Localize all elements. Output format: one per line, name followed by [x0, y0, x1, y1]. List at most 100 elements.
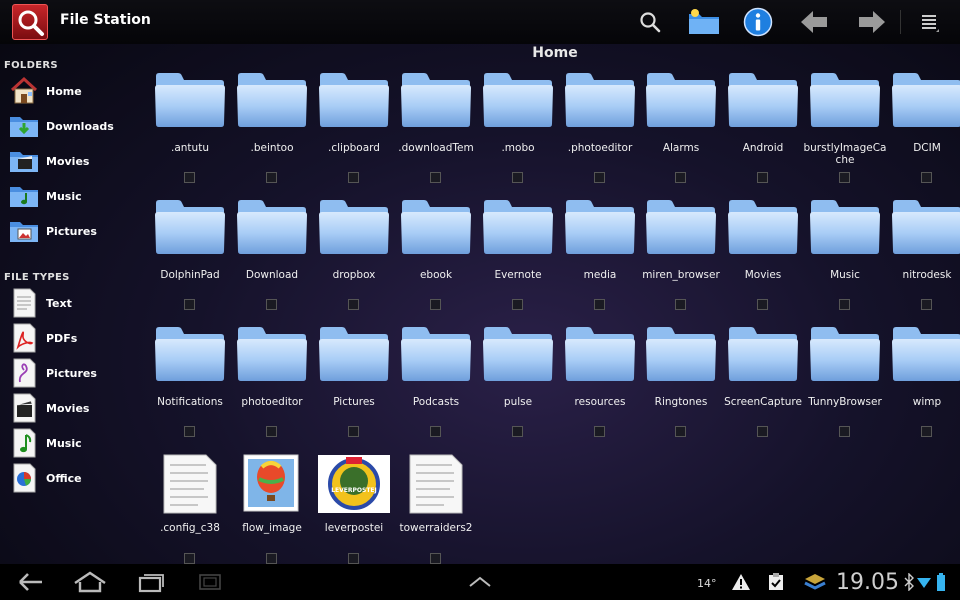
sidebar-item-pictures[interactable]: Pictures — [8, 215, 133, 247]
folder-tile[interactable]: resources — [560, 326, 640, 451]
sidebar-item-movies[interactable]: Movies — [8, 145, 133, 177]
folder-tile[interactable]: Movies — [723, 199, 803, 324]
select-checkbox[interactable] — [757, 299, 768, 310]
folder-name: media — [583, 269, 617, 281]
recent-apps-icon[interactable] — [134, 568, 168, 596]
folder-icon — [236, 326, 308, 382]
select-checkbox[interactable] — [512, 172, 523, 183]
select-checkbox[interactable] — [266, 553, 277, 564]
select-checkbox[interactable] — [266, 172, 277, 183]
sidebar-item-movies-type[interactable]: Movies — [8, 392, 133, 424]
folder-tile[interactable]: Alarms — [641, 72, 721, 197]
folder-tile[interactable]: pulse — [478, 326, 558, 451]
new-folder-icon[interactable] — [686, 6, 722, 38]
select-checkbox[interactable] — [266, 299, 277, 310]
folder-tile[interactable]: DolphinPad — [150, 199, 230, 324]
app-logo-icon[interactable] — [12, 4, 48, 40]
select-checkbox[interactable] — [921, 426, 932, 437]
folder-tile[interactable]: nitrodesk — [887, 199, 960, 324]
select-checkbox[interactable] — [675, 426, 686, 437]
folder-tile[interactable]: Ringtones — [641, 326, 721, 451]
folder-tile[interactable]: .clipboard — [314, 72, 394, 197]
folder-tile[interactable]: Evernote — [478, 199, 558, 324]
sidebar-item-office[interactable]: Office — [8, 462, 133, 494]
select-checkbox[interactable] — [430, 172, 441, 183]
file-tile[interactable]: towerraiders2 — [396, 453, 476, 578]
select-checkbox[interactable] — [348, 426, 359, 437]
sidebar-item-home[interactable]: Home — [8, 75, 133, 107]
file-tile[interactable]: flow_image — [232, 453, 312, 578]
select-checkbox[interactable] — [921, 172, 932, 183]
folder-tile[interactable]: DCIM — [887, 72, 960, 197]
arrow-right-icon[interactable] — [856, 6, 888, 38]
file-tile[interactable]: LEVERPOSTEJ leverpostei — [314, 453, 394, 578]
sidebar-item-music[interactable]: Music — [8, 180, 133, 212]
info-icon[interactable] — [742, 6, 774, 38]
warning-icon[interactable] — [729, 568, 753, 596]
folder-tile[interactable]: wimp — [887, 326, 960, 451]
folder-tile[interactable]: miren_browser — [641, 199, 721, 324]
folder-tile[interactable]: Notifications — [150, 326, 230, 451]
folder-tile[interactable]: dropbox — [314, 199, 394, 324]
select-checkbox[interactable] — [348, 299, 359, 310]
folder-tile[interactable]: .antutu — [150, 72, 230, 197]
select-checkbox[interactable] — [430, 553, 441, 564]
folder-tile[interactable]: .downloadTem — [396, 72, 476, 197]
select-checkbox[interactable] — [839, 299, 850, 310]
sidebar-item-downloads[interactable]: Downloads — [8, 110, 133, 142]
select-checkbox[interactable] — [839, 426, 850, 437]
folder-tile[interactable]: ScreenCapture — [723, 326, 803, 451]
sidebar-item-music-type[interactable]: Music — [8, 427, 133, 459]
select-checkbox[interactable] — [266, 426, 277, 437]
folder-tile[interactable]: media — [560, 199, 640, 324]
search-icon[interactable] — [634, 6, 666, 38]
select-checkbox[interactable] — [348, 553, 359, 564]
app-notification-icon[interactable] — [800, 568, 830, 596]
back-icon[interactable] — [14, 568, 48, 596]
select-checkbox[interactable] — [594, 172, 605, 183]
sidebar-item-text[interactable]: Text — [8, 287, 133, 319]
folder-tile[interactable]: .mobo — [478, 72, 558, 197]
sidebar-item-pdfs[interactable]: PDFs — [8, 322, 133, 354]
file-tile[interactable]: .config_c38 — [150, 453, 230, 578]
select-checkbox[interactable] — [184, 299, 195, 310]
folder-tile[interactable]: Podcasts — [396, 326, 476, 451]
text-file-icon — [8, 288, 40, 318]
folder-tile[interactable]: burstlyImageCache — [803, 72, 887, 197]
folder-tile[interactable]: Pictures — [314, 326, 394, 451]
menu-icon[interactable] — [914, 6, 946, 38]
home-button-icon[interactable] — [70, 568, 110, 596]
folder-name: DolphinPad — [160, 269, 220, 281]
folder-tile[interactable]: .photoeditor — [560, 72, 640, 197]
folder-tile[interactable]: Android — [723, 72, 803, 197]
select-checkbox[interactable] — [675, 172, 686, 183]
select-checkbox[interactable] — [512, 299, 523, 310]
select-checkbox[interactable] — [512, 426, 523, 437]
chevron-up-icon[interactable] — [464, 568, 496, 596]
select-checkbox[interactable] — [184, 172, 195, 183]
folder-icon — [154, 326, 226, 382]
select-checkbox[interactable] — [757, 426, 768, 437]
folder-tile[interactable]: Download — [232, 199, 312, 324]
music-folder-icon — [8, 181, 40, 211]
select-checkbox[interactable] — [757, 172, 768, 183]
folder-tile[interactable]: photoeditor — [232, 326, 312, 451]
screenshot-icon[interactable] — [193, 568, 227, 596]
clipboard-check-icon[interactable] — [764, 568, 788, 596]
select-checkbox[interactable] — [430, 426, 441, 437]
folder-tile[interactable]: ebook — [396, 199, 476, 324]
select-checkbox[interactable] — [594, 426, 605, 437]
select-checkbox[interactable] — [594, 299, 605, 310]
sidebar-item-pictures-type[interactable]: Pictures — [8, 357, 133, 389]
select-checkbox[interactable] — [184, 426, 195, 437]
select-checkbox[interactable] — [430, 299, 441, 310]
select-checkbox[interactable] — [675, 299, 686, 310]
arrow-left-icon[interactable] — [798, 6, 830, 38]
folder-tile[interactable]: TunnyBrowser — [805, 326, 885, 451]
folder-tile[interactable]: .beintoo — [232, 72, 312, 197]
select-checkbox[interactable] — [839, 172, 850, 183]
select-checkbox[interactable] — [184, 553, 195, 564]
select-checkbox[interactable] — [348, 172, 359, 183]
select-checkbox[interactable] — [921, 299, 932, 310]
folder-tile[interactable]: Music — [805, 199, 885, 324]
